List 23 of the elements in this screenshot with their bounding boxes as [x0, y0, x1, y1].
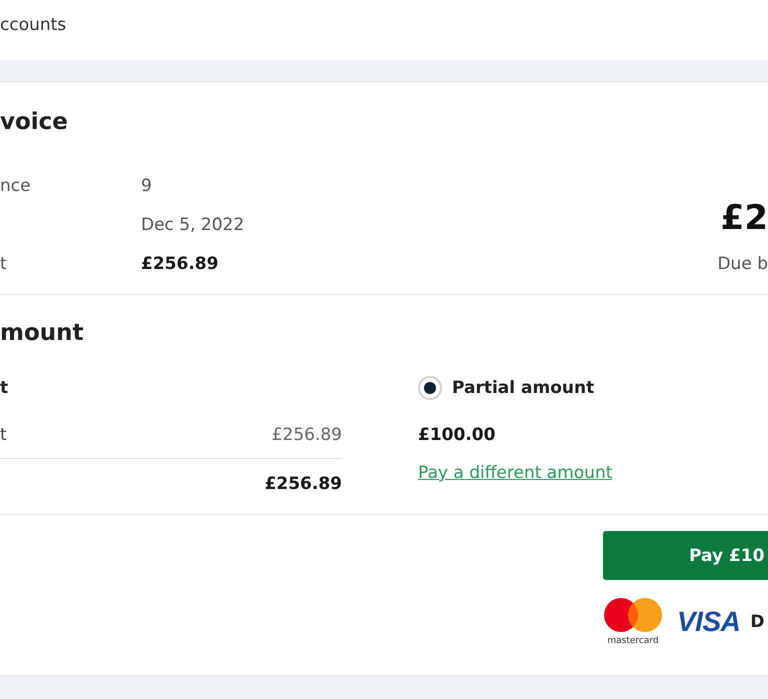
card-brand-text: VISA: [677, 607, 740, 637]
different-amount-link[interactable]: Pay a different amount: [418, 462, 612, 484]
balance-amount: £2: [720, 198, 768, 238]
overlapping-circles-icon: [604, 598, 662, 632]
option-label: t: [0, 377, 8, 399]
section-title: voice: [0, 108, 68, 136]
breakdown-value: £256.89: [272, 424, 342, 446]
radio-button[interactable]: [418, 376, 442, 400]
detail-label: t: [0, 254, 7, 274]
detail-value: Dec 5, 2022: [141, 215, 244, 235]
due-date-text: Due b: [717, 253, 768, 275]
section-title: mount: [0, 319, 84, 347]
breadcrumb-link[interactable]: ccounts: [0, 14, 66, 36]
detail-label: nce: [0, 176, 31, 196]
logo-caption: mastercard: [607, 636, 659, 646]
option-label: Partial amount: [452, 377, 594, 399]
pay-button[interactable]: Pay £10: [603, 531, 768, 580]
detail-value: £256.89: [141, 254, 218, 274]
total-value: £256.89: [264, 473, 342, 495]
breakdown-label: t: [0, 424, 7, 446]
detail-value: 9: [141, 176, 152, 196]
card-brand-text: D: [750, 611, 764, 633]
partial-amount-value: £100.00: [418, 424, 496, 446]
